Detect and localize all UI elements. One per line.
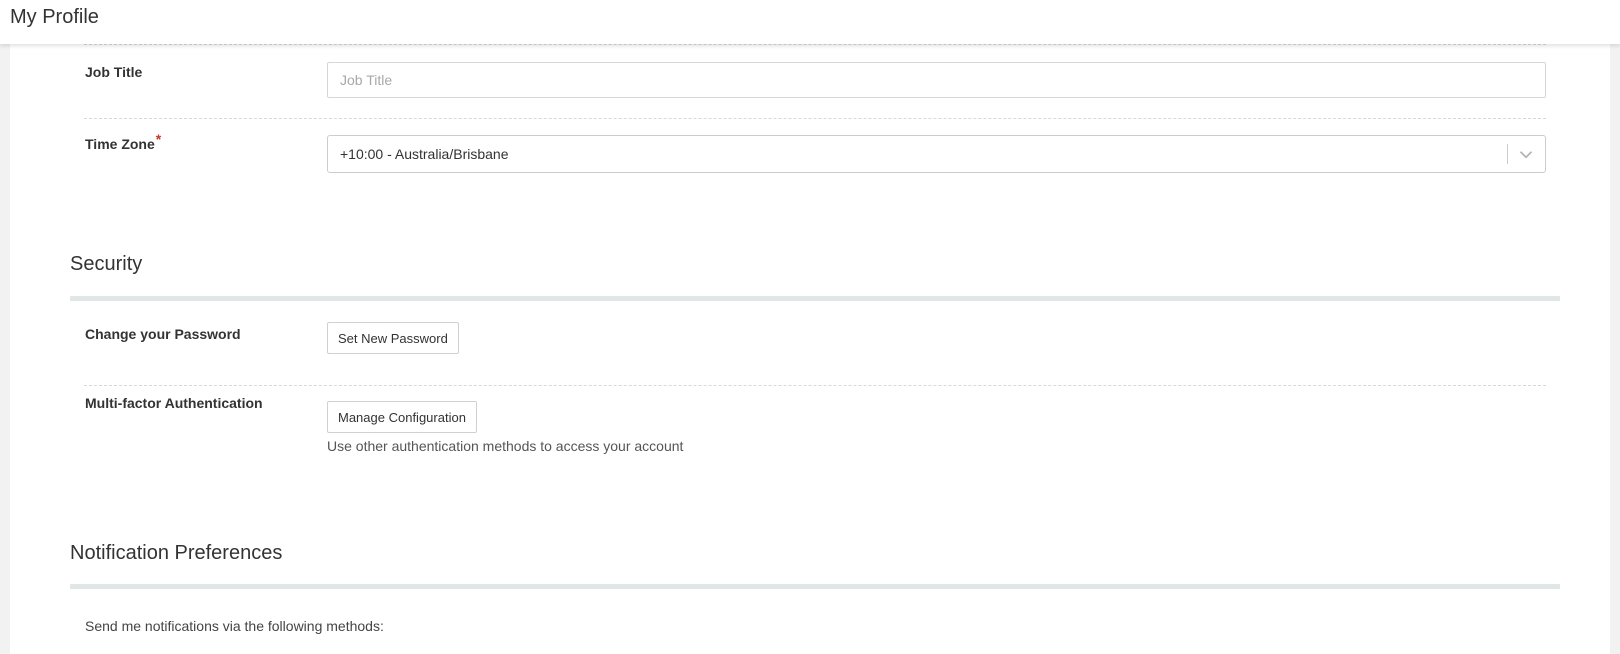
- notification-preferences-title: Notification Preferences: [70, 542, 283, 564]
- profile-content: Job Title Time Zone* +10:00 - Australia/…: [10, 44, 1610, 654]
- change-password-label: Change your Password: [85, 326, 241, 342]
- page-header: My Profile: [0, 0, 1620, 44]
- mfa-help-text: Use other authentication methods to acce…: [327, 438, 684, 454]
- select-separator: [1507, 144, 1508, 164]
- divider: [84, 44, 1546, 45]
- manage-configuration-button[interactable]: Manage Configuration: [327, 401, 477, 433]
- section-divider: [70, 584, 1560, 589]
- set-new-password-button[interactable]: Set New Password: [327, 322, 459, 354]
- time-zone-select[interactable]: +10:00 - Australia/Brisbane: [327, 135, 1546, 173]
- notification-intro-text: Send me notifications via the following …: [85, 618, 384, 634]
- required-marker: *: [155, 131, 162, 147]
- time-zone-label: Time Zone*: [85, 131, 161, 152]
- mfa-label: Multi-factor Authentication: [85, 395, 263, 411]
- time-zone-label-text: Time Zone: [85, 136, 155, 152]
- chevron-down-icon[interactable]: [1515, 143, 1537, 165]
- job-title-label: Job Title: [85, 64, 143, 80]
- page-title: My Profile: [10, 6, 99, 28]
- security-section-title: Security: [70, 253, 143, 275]
- divider: [84, 385, 1546, 386]
- time-zone-selected-value: +10:00 - Australia/Brisbane: [340, 146, 509, 162]
- job-title-input[interactable]: [327, 62, 1546, 98]
- section-divider: [70, 296, 1560, 301]
- divider: [84, 118, 1546, 119]
